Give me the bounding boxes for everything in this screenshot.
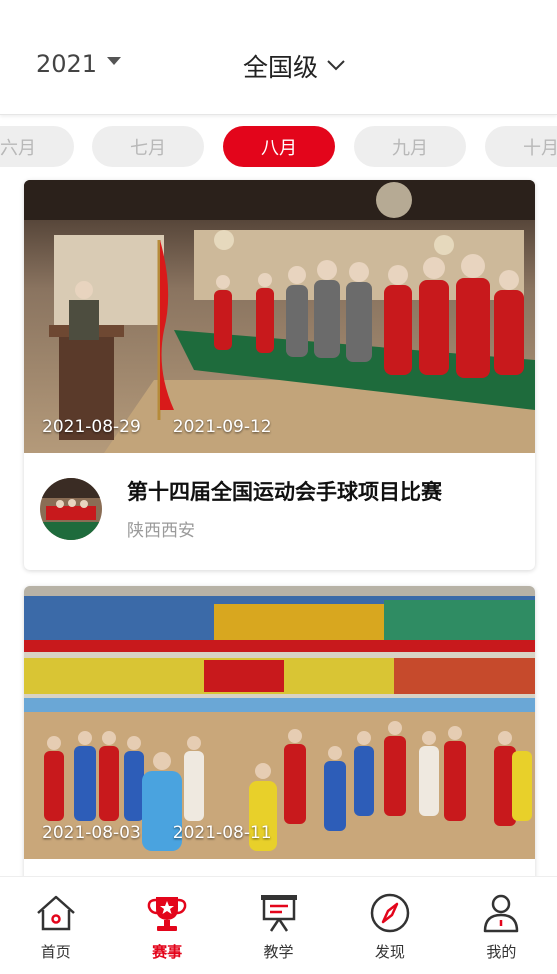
end-date: 2021-08-11 — [172, 823, 272, 843]
month-tab-september[interactable]: 九月 — [354, 126, 466, 167]
compass-icon — [370, 893, 410, 933]
tab-label: 首页 — [40, 943, 71, 961]
home-icon — [36, 895, 75, 931]
tab-label: 赛事 — [152, 943, 183, 961]
month-tab-july[interactable]: 七月 — [92, 126, 204, 167]
tab-home[interactable]: 首页 — [0, 877, 111, 974]
tab-label: 我的 — [486, 943, 517, 961]
event-thumbnail — [40, 478, 102, 540]
triangle-down-icon — [107, 57, 122, 65]
tab-discover[interactable]: 发现 — [334, 877, 445, 974]
start-date: 2021-08-29 — [42, 417, 141, 437]
event-card[interactable]: 2021-08-29 2021-09-12 第十四届全国运动会手球项目比赛 陕西… — [24, 180, 535, 570]
tab-profile[interactable]: 我的 — [446, 877, 557, 974]
trophy-icon — [147, 897, 187, 931]
event-title: 第十四届全国运动会手球项目比赛 — [127, 480, 442, 504]
level-label: 全国级 — [243, 53, 319, 82]
tab-label: 教学 — [263, 943, 294, 961]
profile-icon — [484, 894, 519, 933]
month-tab-august[interactable]: 八月 — [223, 126, 335, 167]
event-location: 陕西西安 — [127, 521, 195, 541]
event-dates: 2021-08-03 2021-08-11 — [42, 823, 272, 843]
bottom-tab-bar: 首页 赛事 教学 发现 我的 — [0, 876, 557, 974]
top-header: 2021 全国级 — [0, 0, 557, 115]
start-date: 2021-08-03 — [42, 823, 141, 843]
event-photo: 2021-08-29 2021-09-12 — [24, 180, 535, 453]
year-selector[interactable]: 2021 — [36, 50, 122, 78]
tab-label: 发现 — [374, 943, 405, 961]
tab-teaching[interactable]: 教学 — [223, 877, 334, 974]
level-selector[interactable]: 全国级 — [243, 48, 346, 84]
event-dates: 2021-08-29 2021-09-12 — [42, 417, 272, 437]
event-card[interactable]: 2021-08-03 2021-08-11 — [24, 586, 535, 886]
month-tabs: 六月 七月 八月 九月 十月 — [0, 126, 557, 168]
chevron-down-icon — [327, 60, 345, 71]
end-date: 2021-09-12 — [172, 417, 272, 437]
event-photo: 2021-08-03 2021-08-11 — [24, 586, 535, 859]
year-label: 2021 — [36, 50, 98, 78]
month-tab-october[interactable]: 十月 — [485, 126, 557, 167]
teaching-board-icon — [260, 895, 297, 932]
tab-events[interactable]: 赛事 — [111, 877, 222, 974]
month-tab-june[interactable]: 六月 — [0, 126, 74, 167]
